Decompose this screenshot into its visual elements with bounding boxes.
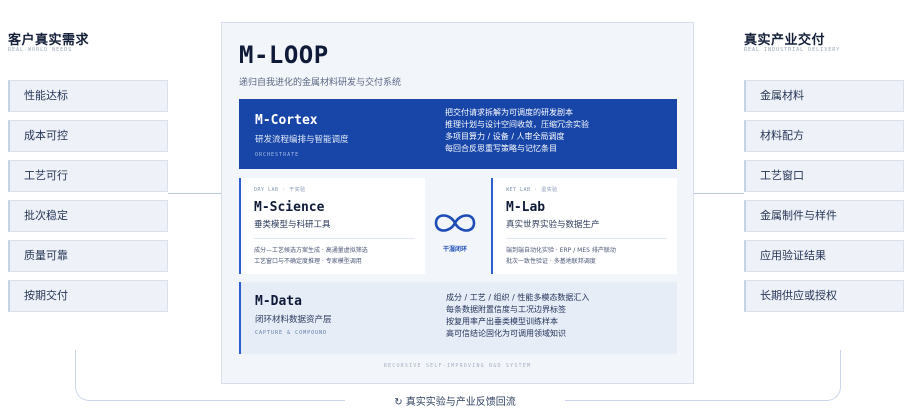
lab-line: 批次一致性验证 · 多基地联邦调度	[506, 258, 596, 265]
lab-line: 端到端自动化实验 · ERP / MES 排产联动	[506, 247, 616, 254]
loop-center-label: 干湿闭环	[442, 246, 467, 253]
science-line: 成分—工艺候选方案生成 · 高通量虚拟筛选	[254, 247, 368, 254]
science-name: M-Science	[254, 200, 325, 215]
right-subtitle: REAL INDUSTRIAL DELIVERY	[744, 47, 841, 53]
cortex-block: M-Cortex 研发流程编排与智能调度 ORCHESTRATE 把交付请求拆解…	[239, 99, 677, 169]
cortex-lines: 把交付请求拆解为可调度的研发剧本 推理计划与设计空间收敛，压缩冗余实验 多项目算…	[445, 107, 589, 155]
need-item: 性能达标	[8, 80, 168, 112]
left-title: 客户真实需求	[8, 33, 90, 48]
data-desc: 闭环材料数据资产层	[255, 315, 332, 325]
lab-divider	[506, 238, 667, 239]
science-divider	[254, 238, 415, 239]
data-tag: CAPTURE & COMPOUND	[255, 330, 328, 336]
need-item: 工艺可行	[8, 160, 168, 192]
right-connector	[694, 193, 744, 194]
cortex-line: 把交付请求拆解为可调度的研发剧本	[445, 108, 573, 117]
delivery-item: 长期供应或授权	[744, 280, 904, 312]
science-desc: 垂类模型与科研工具	[254, 220, 331, 230]
science-tag: DRY LAB · 干实验	[254, 187, 306, 193]
delivery-item: 金属制件与样件	[744, 200, 904, 232]
need-item: 质量可靠	[8, 240, 168, 272]
data-name: M-Data	[255, 294, 302, 309]
science-card: DRY LAB · 干实验 M-Science 垂类模型与科研工具 成分—工艺候…	[239, 178, 425, 274]
lab-name: M-Lab	[506, 200, 546, 215]
feedback-label: ↻ 真实实验与产业反馈回流	[345, 393, 565, 408]
cortex-line: 每回合反思重写策略与记忆条目	[445, 144, 557, 153]
delivery-item: 金属材料	[744, 80, 904, 112]
panel-subtitle: 递归自我进化的金属材料研发与交付系统	[239, 78, 402, 88]
delivery-item: 材料配方	[744, 120, 904, 152]
panel-title: M-LOOP	[239, 41, 329, 69]
cortex-line: 推理计划与设计空间收敛，压缩冗余实验	[445, 120, 589, 129]
data-line: 每条数据附置信度与工况边界标签	[446, 305, 566, 314]
left-connector	[168, 193, 221, 194]
m-loop-panel: M-LOOP 递归自我进化的金属材料研发与交付系统 M-Cortex 研发流程编…	[221, 22, 694, 384]
lab-card: WET LAB · 湿实验 M-Lab 真实世界实验与数据生产 端到端自动化实验…	[491, 178, 677, 274]
data-line: 按复用率产出垂类模型训练样本	[446, 317, 558, 326]
science-line: 工艺窗口与不确定度推理 · 专家模型调用	[254, 258, 362, 265]
lab-desc: 真实世界实验与数据生产	[506, 220, 600, 230]
cortex-desc: 研发流程编排与智能调度	[255, 135, 349, 145]
need-item: 按期交付	[8, 280, 168, 312]
need-item: 批次稳定	[8, 200, 168, 232]
data-line: 成分 / 工艺 / 组织 / 性能多模态数据汇入	[446, 293, 590, 302]
cortex-tag: ORCHESTRATE	[255, 152, 300, 158]
need-item: 成本可控	[8, 120, 168, 152]
lab-tag: WET LAB · 湿实验	[506, 187, 558, 193]
left-subtitle: REAL-WORLD NEEDS	[8, 47, 73, 53]
infinity-loop-icon	[434, 214, 476, 232]
delivery-item: 工艺窗口	[744, 160, 904, 192]
data-lines: 成分 / 工艺 / 组织 / 性能多模态数据汇入 每条数据附置信度与工况边界标签…	[446, 292, 589, 340]
panel-footer: RECURSIVE SELF-IMPROVING R&D SYSTEM	[383, 363, 532, 369]
right-title: 真实产业交付	[744, 33, 826, 48]
data-block: M-Data 闭环材料数据资产层 CAPTURE & COMPOUND 成分 /…	[239, 282, 677, 354]
cortex-name: M-Cortex	[255, 113, 318, 128]
delivery-item: 应用验证结果	[744, 240, 904, 272]
data-line: 高可信结论固化为可调用领域知识	[446, 329, 566, 338]
cortex-line: 多项目算力 / 设备 / 人审全局调度	[445, 132, 565, 141]
